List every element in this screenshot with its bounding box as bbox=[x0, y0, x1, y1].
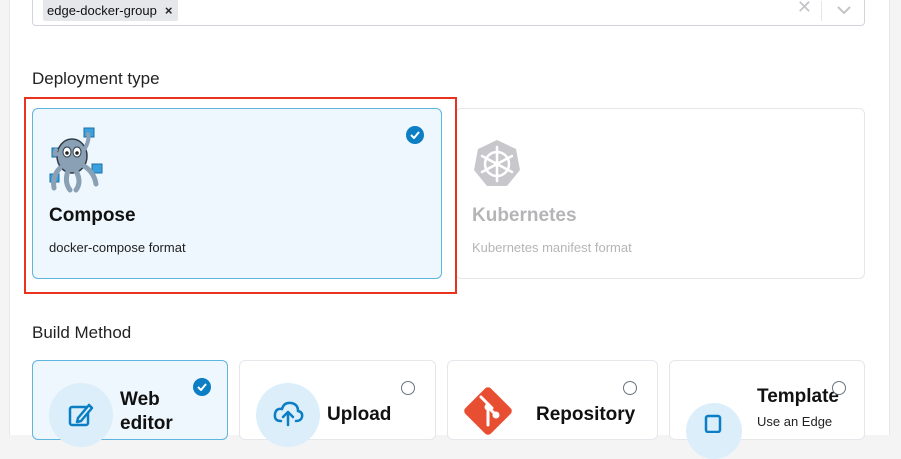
build-option-title: Web editor bbox=[120, 389, 173, 434]
edge-group-select[interactable]: edge-docker-group × ✕ bbox=[32, 0, 865, 26]
selected-check-icon bbox=[193, 378, 211, 396]
chevron-down-icon[interactable] bbox=[836, 2, 852, 20]
build-option-radio[interactable] bbox=[832, 381, 846, 395]
cloud-upload-icon bbox=[273, 401, 304, 427]
deployment-type-title: Deployment type bbox=[32, 69, 160, 88]
build-option-upload[interactable]: Upload bbox=[239, 360, 436, 447]
build-method-title: Build Method bbox=[32, 323, 132, 342]
selected-group-label: edge-docker-group bbox=[47, 2, 157, 18]
kubernetes-helm-icon bbox=[472, 138, 522, 193]
git-icon bbox=[462, 385, 514, 442]
build-option-radio[interactable] bbox=[623, 381, 637, 395]
deployment-option-kubernetes[interactable]: Kubernetes Kubernetes manifest format bbox=[455, 108, 865, 279]
upload-icon-circle bbox=[256, 383, 320, 447]
build-option-title: Upload bbox=[327, 404, 392, 425]
build-option-subtitle: Use an Edge bbox=[757, 414, 833, 429]
clear-selection-icon[interactable]: ✕ bbox=[797, 0, 812, 18]
build-option-title: Template bbox=[757, 386, 840, 407]
remove-tag-icon[interactable]: × bbox=[165, 3, 173, 18]
build-option-repository[interactable]: Repository bbox=[447, 360, 658, 440]
build-option-radio[interactable] bbox=[401, 381, 415, 395]
selected-group-tag: edge-docker-group × bbox=[43, 0, 179, 21]
build-option-template[interactable]: Template Use an Edge bbox=[669, 360, 865, 459]
edit-icon-circle bbox=[49, 383, 113, 447]
template-icon bbox=[704, 414, 722, 433]
select-separator bbox=[821, 1, 822, 21]
highlight-box bbox=[24, 97, 457, 294]
build-option-web-editor[interactable]: Web editor bbox=[32, 360, 228, 447]
deployment-option-description: Kubernetes manifest format bbox=[472, 240, 632, 255]
template-icon-circle bbox=[686, 403, 742, 459]
build-option-title: Repository bbox=[536, 404, 636, 425]
deployment-option-title: Kubernetes bbox=[472, 205, 577, 226]
